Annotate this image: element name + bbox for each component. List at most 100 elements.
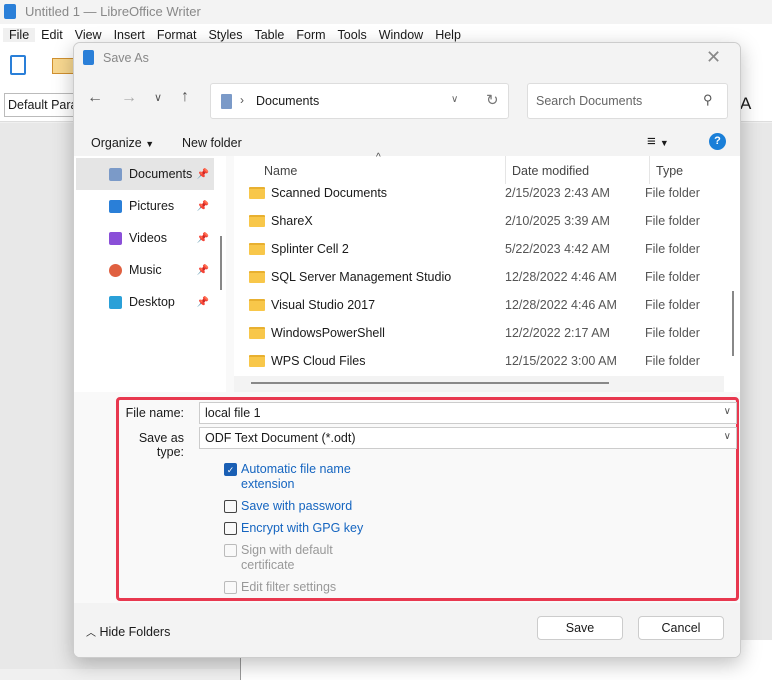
menu-form[interactable]: Form bbox=[290, 28, 331, 42]
save-as-type-label: Save as type: bbox=[138, 431, 184, 459]
folder-icon bbox=[249, 187, 265, 199]
file-name: Splinter Cell 2 bbox=[271, 242, 349, 256]
checkbox-checked-icon[interactable]: ✓ bbox=[224, 463, 237, 476]
paragraph-style-box[interactable]: Default Parag bbox=[4, 93, 84, 117]
menu-edit[interactable]: Edit bbox=[35, 28, 69, 42]
type-cell: File folder bbox=[645, 242, 700, 256]
save-button[interactable]: Save bbox=[537, 616, 623, 640]
horizontal-scrollbar[interactable] bbox=[234, 376, 724, 392]
sidebar-item-pictures[interactable]: Pictures 📌 bbox=[76, 190, 214, 222]
font-color-icon[interactable]: A bbox=[740, 94, 751, 114]
menu-window[interactable]: Window bbox=[373, 28, 429, 42]
new-folder-button[interactable]: New folder bbox=[182, 136, 242, 150]
back-icon[interactable]: ← bbox=[87, 89, 103, 107]
app-title: Untitled 1 — LibreOffice Writer bbox=[25, 4, 201, 19]
file-name: WPS Cloud Files bbox=[271, 354, 366, 368]
search-icon[interactable]: ⚲ bbox=[703, 92, 713, 108]
search-input[interactable]: Search Documents ⚲ bbox=[527, 83, 728, 119]
folder-icon bbox=[249, 215, 265, 227]
new-document-icon[interactable] bbox=[10, 55, 26, 75]
videos-icon bbox=[109, 231, 122, 245]
sidebar-item-videos[interactable]: Videos 📌 bbox=[76, 222, 214, 254]
forward-icon[interactable]: → bbox=[121, 89, 137, 107]
save-as-type-select[interactable]: ODF Text Document (*.odt) ∨ bbox=[199, 427, 737, 449]
file-name-cell: ShareX bbox=[249, 214, 501, 228]
writer-icon bbox=[4, 4, 16, 19]
file-name: SQL Server Management Studio bbox=[271, 270, 452, 284]
column-type[interactable]: Type bbox=[656, 164, 683, 178]
column-name[interactable]: Name bbox=[264, 164, 297, 178]
sidebar-label: Music bbox=[129, 263, 162, 277]
vertical-scrollbar[interactable] bbox=[732, 291, 734, 356]
documents-icon bbox=[109, 167, 122, 181]
file-row[interactable]: ShareX 2/10/2025 3:39 AM File folder bbox=[249, 207, 729, 235]
date-cell: 12/28/2022 4:46 AM bbox=[505, 270, 617, 284]
open-folder-icon[interactable] bbox=[52, 58, 74, 74]
file-row[interactable]: WindowsPowerShell 12/2/2022 2:17 AM File f… bbox=[249, 319, 729, 347]
refresh-icon[interactable]: ↻ bbox=[486, 91, 499, 109]
breadcrumb-documents[interactable]: Documents bbox=[256, 94, 319, 108]
file-row[interactable]: Visual Studio 2017 12/28/2022 4:46 AM File… bbox=[249, 291, 729, 319]
pane-splitter[interactable] bbox=[226, 156, 234, 392]
option-label-continued: certificate bbox=[241, 558, 295, 572]
navigation-bar: ← → ∨ ↑ › Documents ∨ ↻ Search Documents… bbox=[74, 73, 740, 128]
type-cell: File folder bbox=[645, 186, 700, 200]
checkbox-icon[interactable] bbox=[224, 522, 237, 535]
menu-tools[interactable]: Tools bbox=[332, 28, 373, 42]
file-row[interactable]: Splinter Cell 2 5/22/2023 4:42 AM File fol… bbox=[249, 235, 729, 263]
folder-icon bbox=[249, 355, 265, 367]
recent-locations-icon[interactable]: ∨ bbox=[154, 91, 162, 104]
sidebar-item-music[interactable]: Music 📌 bbox=[76, 254, 214, 286]
dialog-footer: ︿ Hide Folders Save Cancel bbox=[74, 603, 740, 657]
sidebar-item-desktop[interactable]: Desktop 📌 bbox=[76, 286, 214, 318]
encrypt-gpg-checkbox[interactable]: Encrypt with GPG key bbox=[224, 521, 363, 536]
menu-help[interactable]: Help bbox=[429, 28, 467, 42]
menu-styles[interactable]: Styles bbox=[202, 28, 248, 42]
close-icon[interactable]: ✕ bbox=[706, 47, 721, 68]
file-name: Scanned Documents bbox=[271, 186, 388, 200]
menu-view[interactable]: View bbox=[69, 28, 108, 42]
address-dropdown-icon[interactable]: ∨ bbox=[451, 94, 458, 105]
menu-table[interactable]: Table bbox=[248, 28, 290, 42]
navigation-pane-scrollbar[interactable] bbox=[220, 236, 222, 290]
file-name-input[interactable]: local file 1 ∨ bbox=[199, 402, 737, 424]
up-icon[interactable]: ↑ bbox=[181, 88, 189, 106]
date-cell: 2/15/2023 2:43 AM bbox=[505, 186, 610, 200]
breadcrumb-separator-icon: › bbox=[240, 93, 244, 107]
file-name-cell: Visual Studio 2017 bbox=[249, 298, 501, 312]
help-icon[interactable]: ? bbox=[709, 133, 726, 150]
sidebar-item-documents[interactable]: Documents 📌 bbox=[76, 158, 214, 190]
pin-icon: 📌 bbox=[196, 168, 209, 180]
file-row[interactable]: WPS Cloud Files 12/15/2022 3:00 AM File fo… bbox=[249, 347, 729, 375]
save-with-password-checkbox[interactable]: Save with password bbox=[224, 499, 352, 514]
pin-icon: 📌 bbox=[196, 296, 209, 308]
pictures-icon bbox=[109, 199, 122, 213]
column-date-modified[interactable]: Date modified bbox=[512, 164, 589, 178]
hide-folders-button[interactable]: ︿ Hide Folders bbox=[86, 624, 170, 639]
file-row[interactable]: SQL Server Management Studio 12/28/2022 4… bbox=[249, 263, 729, 291]
file-name-label: File name: bbox=[125, 406, 184, 420]
command-bar: Organize ▼ New folder ≡ ▼ ? bbox=[74, 128, 740, 156]
search-placeholder: Search Documents bbox=[536, 94, 643, 108]
view-options-icon[interactable]: ≡ ▼ bbox=[647, 133, 669, 150]
chevron-down-icon[interactable]: ∨ bbox=[724, 431, 731, 442]
file-row[interactable]: Scanned Documents 2/15/2023 2:43 AM File f… bbox=[249, 179, 729, 207]
automatic-extension-checkbox[interactable]: ✓ Automatic file name extension bbox=[224, 462, 351, 492]
navigation-pane: Documents 📌 Pictures 📌 Videos 📌 Music 📌 Desk… bbox=[74, 156, 214, 392]
organize-button[interactable]: Organize ▼ bbox=[91, 136, 154, 150]
sort-ascending-icon: ^ bbox=[376, 152, 381, 163]
address-bar[interactable]: › Documents ∨ ↻ bbox=[210, 83, 509, 119]
save-as-type-value: ODF Text Document (*.odt) bbox=[205, 431, 356, 445]
cancel-button[interactable]: Cancel bbox=[638, 616, 724, 640]
music-icon bbox=[109, 263, 122, 277]
option-label-continued: extension bbox=[241, 477, 295, 491]
chevron-down-icon[interactable]: ∨ bbox=[724, 406, 731, 417]
menu-file[interactable]: File bbox=[3, 28, 36, 42]
documents-icon bbox=[221, 94, 232, 109]
menu-format[interactable]: Format bbox=[151, 28, 203, 42]
type-cell: File folder bbox=[645, 298, 700, 312]
checkbox-icon[interactable] bbox=[224, 500, 237, 513]
file-name-cell: Scanned Documents bbox=[249, 186, 501, 200]
menu-insert[interactable]: Insert bbox=[108, 28, 151, 42]
writer-icon bbox=[83, 50, 94, 65]
